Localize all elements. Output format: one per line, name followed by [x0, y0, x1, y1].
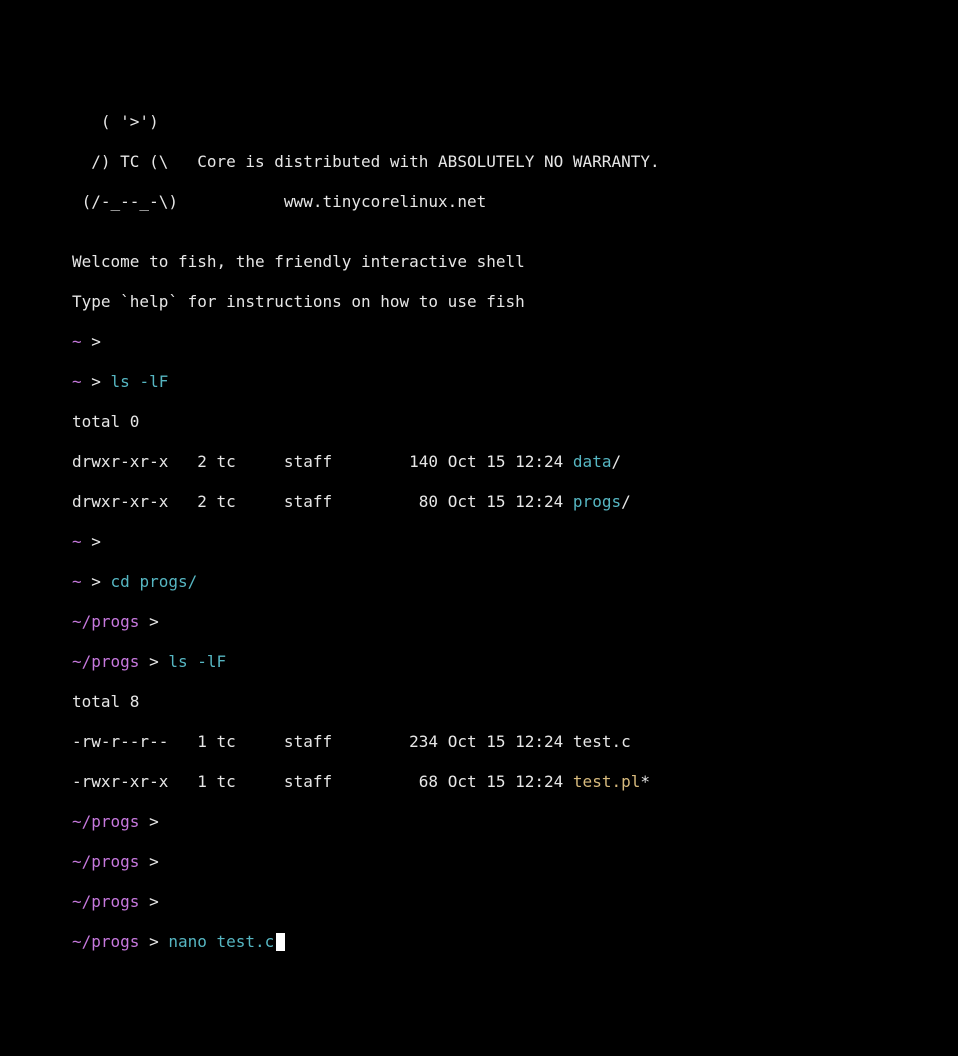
owner: tc — [207, 732, 236, 751]
prompt-sep: > — [139, 612, 168, 631]
exec-name: test.pl — [573, 772, 640, 791]
command-text: ls -lF — [111, 372, 169, 391]
prompt-ls-home: ~ > ls -lF — [0, 372, 958, 392]
prompt-empty-4: ~/progs > — [0, 812, 958, 832]
perms: drwxr-xr-x — [72, 492, 168, 511]
links: 2 — [168, 452, 207, 471]
prompt-empty-3: ~/progs > — [0, 612, 958, 632]
prompt-path: ~ — [72, 332, 82, 351]
banner-line-1: ( '>') — [0, 112, 958, 132]
links: 1 — [168, 732, 207, 751]
group: staff — [236, 772, 332, 791]
prompt-sep: > — [82, 532, 111, 551]
prompt-path: ~/progs — [72, 652, 139, 671]
file-name: test.c — [573, 732, 631, 751]
prompt-empty-1: ~ > — [0, 332, 958, 352]
date: Oct 15 12:24 — [438, 492, 573, 511]
banner-line-2: /) TC (\ Core is distributed with ABSOLU… — [0, 152, 958, 172]
prompt-path: ~/progs — [72, 932, 139, 951]
prompt-path: ~/progs — [72, 892, 139, 911]
group: staff — [236, 452, 332, 471]
owner: tc — [207, 492, 236, 511]
prompt-empty-2: ~ > — [0, 532, 958, 552]
perms: -rw-r--r-- — [72, 732, 168, 751]
welcome-line-2: Type `help` for instructions on how to u… — [0, 292, 958, 312]
group: staff — [236, 732, 332, 751]
prompt-empty-5: ~/progs > — [0, 852, 958, 872]
group: staff — [236, 492, 332, 511]
command-text: ls -lF — [168, 652, 226, 671]
prompt-ls-progs: ~/progs > ls -lF — [0, 652, 958, 672]
dir-name: data — [573, 452, 612, 471]
suffix: / — [611, 452, 621, 471]
ls-row-data: drwxr-xr-x 2 tc staff 140 Oct 15 12:24 d… — [0, 452, 958, 472]
prompt-path: ~ — [72, 372, 82, 391]
prompt-path: ~ — [72, 572, 82, 591]
links: 2 — [168, 492, 207, 511]
dir-name: progs — [573, 492, 621, 511]
suffix: * — [640, 772, 650, 791]
prompt-cd: ~ > cd progs/ — [0, 572, 958, 592]
prompt-path: ~/progs — [72, 812, 139, 831]
size: 80 — [332, 492, 438, 511]
command-text: nano test.c — [168, 932, 274, 951]
command-text: cd progs/ — [111, 572, 198, 591]
prompt-path: ~/progs — [72, 852, 139, 871]
prompt-sep: > — [139, 852, 168, 871]
links: 1 — [168, 772, 207, 791]
ls-total-home: total 0 — [0, 412, 958, 432]
perms: drwxr-xr-x — [72, 452, 168, 471]
prompt-nano[interactable]: ~/progs > nano test.c — [0, 932, 958, 952]
prompt-sep: > — [82, 332, 111, 351]
date: Oct 15 12:24 — [438, 732, 573, 751]
ls-row-progs: drwxr-xr-x 2 tc staff 80 Oct 15 12:24 pr… — [0, 492, 958, 512]
welcome-line-1: Welcome to fish, the friendly interactiv… — [0, 252, 958, 272]
owner: tc — [207, 452, 236, 471]
prompt-sep: > — [82, 572, 111, 591]
prompt-sep: > — [139, 652, 168, 671]
prompt-empty-6: ~/progs > — [0, 892, 958, 912]
prompt-path: ~ — [72, 532, 82, 551]
prompt-sep: > — [82, 372, 111, 391]
date: Oct 15 12:24 — [438, 772, 573, 791]
cursor-icon — [276, 933, 285, 951]
prompt-path: ~/progs — [72, 612, 139, 631]
size: 68 — [332, 772, 438, 791]
owner: tc — [207, 772, 236, 791]
ls-row-testpl: -rwxr-xr-x 1 tc staff 68 Oct 15 12:24 te… — [0, 772, 958, 792]
banner-line-3: (/-_--_-\) www.tinycorelinux.net — [0, 192, 958, 212]
size: 234 — [332, 732, 438, 751]
suffix: / — [621, 492, 631, 511]
ls-row-testc: -rw-r--r-- 1 tc staff 234 Oct 15 12:24 t… — [0, 732, 958, 752]
ls-total-progs: total 8 — [0, 692, 958, 712]
prompt-sep: > — [139, 892, 168, 911]
terminal[interactable]: ( '>') /) TC (\ Core is distributed with… — [0, 92, 958, 972]
perms: -rwxr-xr-x — [72, 772, 168, 791]
prompt-sep: > — [139, 812, 168, 831]
date: Oct 15 12:24 — [438, 452, 573, 471]
size: 140 — [332, 452, 438, 471]
prompt-sep: > — [139, 932, 168, 951]
